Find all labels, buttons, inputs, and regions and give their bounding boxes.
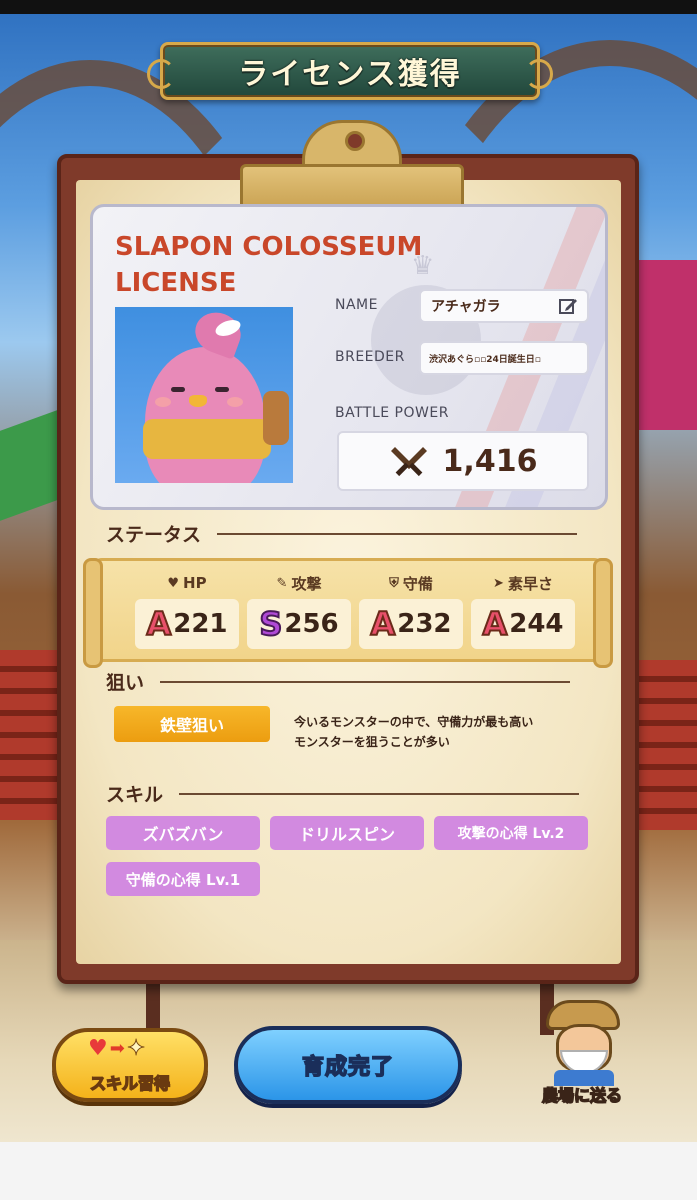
skill-chip[interactable]: 守備の心得 Lv.1 xyxy=(106,862,260,896)
game-screen: ライセンス獲得 ♛ SLAPON COLOSSEUM LICENSE NAME … xyxy=(0,0,697,1142)
battle-power-label: BATTLE POWER xyxy=(335,405,449,421)
edit-icon[interactable] xyxy=(557,295,579,317)
breeder-label: BREEDER xyxy=(335,349,405,365)
stat-value: 232 xyxy=(397,609,452,639)
breeder-field: 渋沢あぐら▫▫24日誕生日▫ xyxy=(419,341,589,375)
attack-icon: ✎ xyxy=(276,575,288,591)
stat-rank: A xyxy=(369,604,396,644)
status-heading: ステータス xyxy=(106,520,578,547)
clipboard-stand xyxy=(146,975,160,1035)
arrow-right-icon: ➡ xyxy=(109,1038,125,1059)
name-field[interactable]: アチャガラ xyxy=(419,289,589,323)
breeder-name: 渋沢あぐら▫▫24日誕生日▫ xyxy=(429,354,541,365)
stat-value: 256 xyxy=(284,609,339,639)
name-label: NAME xyxy=(335,297,378,313)
title-banner: ライセンス獲得 xyxy=(147,42,553,100)
battle-power-value: 1,416 xyxy=(442,443,538,479)
crossed-swords-icon xyxy=(389,441,429,481)
skill-chip[interactable]: ドリルスピン xyxy=(270,816,424,850)
bottom-bar xyxy=(0,1142,697,1200)
complete-training-button[interactable]: 育成完了 xyxy=(234,1026,462,1104)
stat-value: 244 xyxy=(509,609,564,639)
status-bar xyxy=(0,0,697,14)
skill-chip[interactable]: 攻撃の心得 Lv.2 xyxy=(434,816,588,850)
heart-icon: ♥ xyxy=(167,575,180,591)
heart-icon: ♥ xyxy=(88,1036,108,1061)
stat-speed: ➤ 素早さ A 244 xyxy=(471,571,575,655)
monster-name: アチャガラ xyxy=(431,299,501,315)
stat-rank: A xyxy=(481,604,508,644)
battle-power-field: 1,416 xyxy=(337,431,589,491)
aim-badge: 鉄壁狙い xyxy=(114,706,270,742)
boot-icon: ➤ xyxy=(493,575,504,591)
shield-icon: ⛨ xyxy=(389,575,399,591)
license-card: ♛ SLAPON COLOSSEUM LICENSE NAME アチャガラ BR… xyxy=(90,204,608,510)
stat-rank: A xyxy=(145,604,172,644)
aim-heading: 狙い xyxy=(106,668,571,695)
page-title: ライセンス獲得 xyxy=(238,57,462,92)
sparkle-icon: ✦ xyxy=(126,1036,146,1062)
stat-defense: ⛨ 守備 A 232 xyxy=(359,571,463,655)
skill-chip[interactable]: ズバズバン xyxy=(106,816,260,850)
skill-heading: スキル xyxy=(106,780,580,807)
clipboard-clip xyxy=(240,120,464,216)
learn-skill-button[interactable]: ♥ ➡ ✦ スキル習得 xyxy=(52,1028,208,1102)
stat-value: 221 xyxy=(173,609,228,639)
monster-portrait xyxy=(115,307,293,483)
stat-attack: ✎ 攻撃 S 256 xyxy=(247,571,351,655)
send-to-farm-button[interactable]: 農場に送る xyxy=(526,994,638,1110)
status-scroll: ♥ HP A 221 ✎ 攻撃 S 256 ⛨ 守備 A 232 ➤ 素早さ A 244 xyxy=(83,558,613,668)
license-title: SLAPON COLOSSEUM LICENSE xyxy=(115,232,423,298)
stat-hp: ♥ HP A 221 xyxy=(135,571,239,655)
aim-description: 今いるモンスターの中で、守備力が最も高い モンスターを狙うことが多い xyxy=(294,715,534,749)
stat-rank: S xyxy=(258,604,283,644)
